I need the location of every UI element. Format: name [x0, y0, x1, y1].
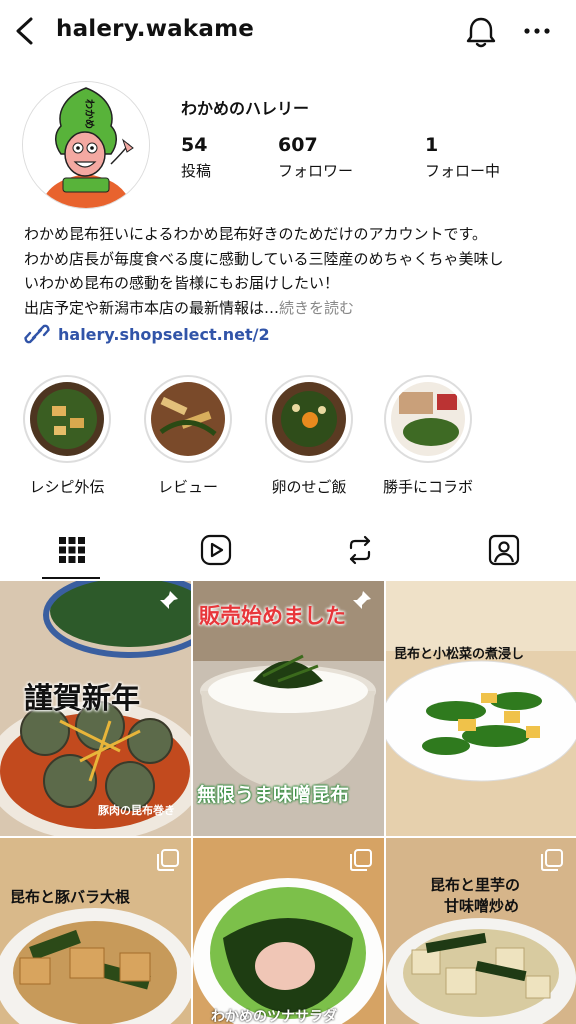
profile-link-text: halery.shopselect.net/2: [58, 324, 270, 344]
post-caption-title: 昆布と里芋の: [430, 876, 521, 894]
posts-count[interactable]: 54 投稿: [181, 134, 211, 181]
display-name: わかめのハレリー: [181, 99, 310, 118]
bio-read-more-link[interactable]: 続きを読む: [279, 299, 354, 317]
following-count[interactable]: 1 フォロー中: [425, 134, 500, 181]
post-caption-title: わかめのツナサラダ: [211, 1009, 337, 1024]
highlight-label: 勝手にコラボ: [382, 478, 473, 496]
highlight-label: レビュー: [157, 478, 218, 496]
post-thumbnail[interactable]: 昆布と小松菜の煮浸し: [386, 581, 576, 836]
repost-icon: [349, 535, 371, 565]
bio-line: 出店予定や新潟市本店の最新情報は…: [24, 298, 280, 317]
highlight-recipe[interactable]: レシピ外伝: [17, 375, 117, 497]
post-caption-subtitle: 豚肉の昆布巻き: [98, 804, 175, 817]
highlight-egg-rice[interactable]: 卵のせご飯: [259, 375, 359, 497]
tab-tagged[interactable]: [432, 528, 576, 572]
carousel-icon: [541, 849, 563, 871]
post-caption-subtitle: 無限うま味噌昆布: [197, 784, 350, 806]
post-caption-title: 昆布と小松菜の煮浸し: [394, 647, 525, 662]
post-caption-title: 昆布と豚バラ大根: [10, 888, 131, 906]
profile-avatar[interactable]: わかめ: [22, 81, 150, 209]
notification-bell-icon[interactable]: [463, 14, 499, 50]
tagged-icon: [488, 534, 520, 566]
highlight-label: 卵のせご飯: [271, 478, 347, 496]
profile-username: halery.wakame: [56, 16, 255, 42]
back-arrow-icon[interactable]: [10, 14, 40, 48]
pin-icon: [353, 591, 371, 609]
post-thumbnail[interactable]: 謹賀新年 豚肉の昆布巻き: [0, 581, 191, 836]
reels-icon: [200, 534, 232, 566]
stat-value: 607: [278, 134, 318, 156]
tab-posts-grid[interactable]: [0, 528, 144, 572]
bio-line: いわかめ昆布の感動を皆様にもお届けしたい！: [24, 274, 340, 292]
post-thumbnail[interactable]: 昆布と豚バラ大根: [0, 838, 191, 1024]
profile-link[interactable]: halery.shopselect.net/2: [24, 324, 270, 344]
carousel-icon: [350, 849, 372, 871]
link-chain-icon: [24, 324, 50, 344]
bio-line: わかめ昆布狂いによるわかめ昆布好きのためだけのアカウントです。: [24, 225, 488, 243]
tab-reposts[interactable]: [288, 528, 432, 572]
stat-label: フォロワー: [278, 162, 354, 180]
followers-count[interactable]: 607 フォロワー: [278, 134, 353, 181]
stat-value: 54: [181, 134, 208, 156]
highlight-cover-image: [30, 382, 104, 456]
active-tab-indicator: [42, 577, 100, 579]
highlight-label: レシピ外伝: [29, 478, 105, 496]
more-options-icon[interactable]: [520, 18, 554, 44]
stat-label: フォロー中: [425, 162, 501, 180]
highlight-cover-image: [272, 382, 346, 456]
carousel-icon: [157, 849, 179, 871]
pin-icon: [160, 591, 178, 609]
post-thumbnail[interactable]: 昆布と里芋の 甘味噌炒め: [386, 838, 576, 1024]
highlight-cover-image: [391, 382, 465, 456]
profile-bio: わかめ昆布狂いによるわかめ昆布好きのためだけのアカウントです。 わかめ店長が毎度…: [24, 222, 556, 320]
avatar-logo-text: わかめ: [83, 99, 95, 129]
stat-value: 1: [425, 134, 439, 156]
bio-line: わかめ店長が毎度食べる度に感動している三陸産のめちゃくちゃ美味し: [24, 249, 504, 268]
tab-reels[interactable]: [144, 528, 288, 572]
post-caption-title: 謹賀新年: [24, 681, 141, 715]
post-caption-title-line2: 甘味噌炒め: [444, 897, 520, 915]
highlight-review[interactable]: レビュー: [138, 375, 238, 497]
stat-label: 投稿: [181, 162, 212, 180]
post-thumbnail[interactable]: 販売始めました 無限うま味噌昆布: [193, 581, 384, 836]
post-caption-title: 販売始めました: [199, 603, 346, 628]
post-image: [386, 581, 576, 836]
grid-icon: [59, 537, 85, 563]
highlight-collab[interactable]: 勝手にコラボ: [378, 375, 478, 497]
highlight-cover-image: [151, 382, 225, 456]
post-thumbnail[interactable]: わかめのツナサラダ: [193, 838, 384, 1024]
wakame-character-illustration: わかめ: [23, 82, 149, 208]
